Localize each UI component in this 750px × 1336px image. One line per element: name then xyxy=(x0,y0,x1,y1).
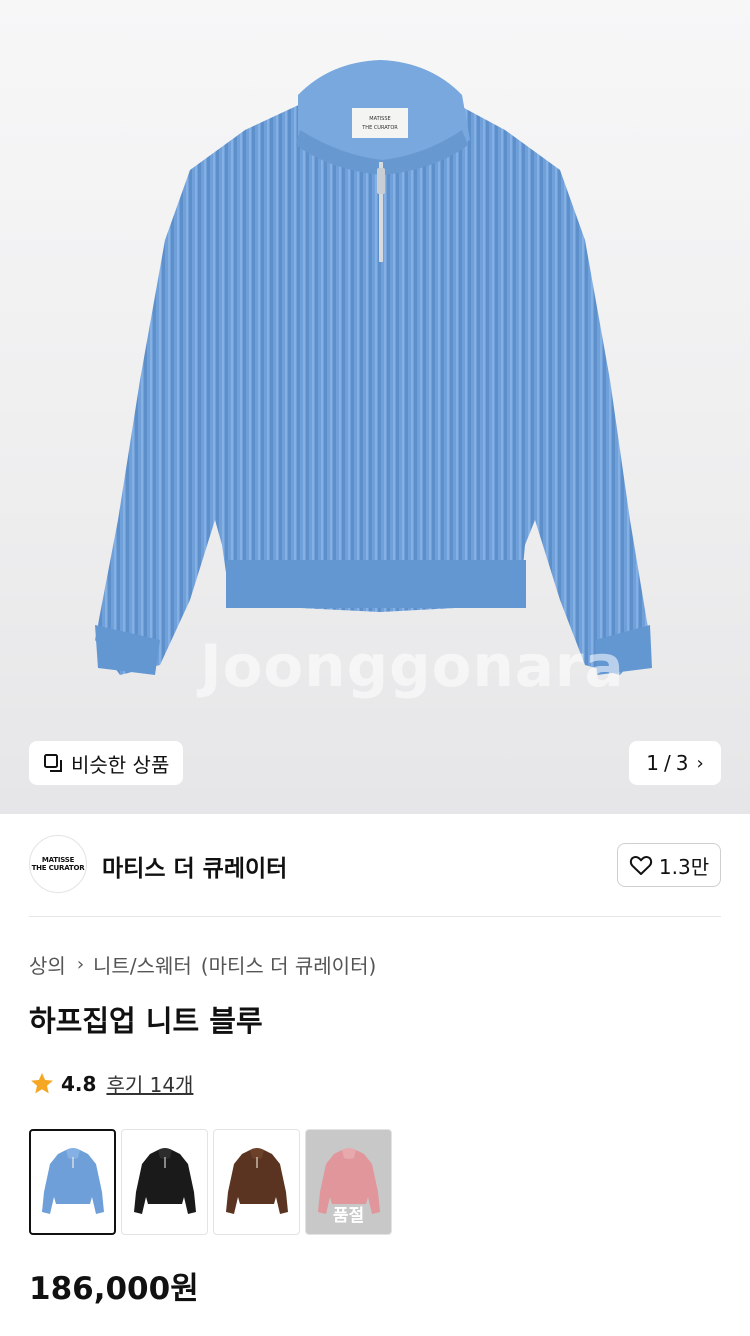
sweater-thumbnail-brown xyxy=(225,1148,288,1214)
product-price: 186,000원 xyxy=(29,1271,199,1307)
pager-total: 3 xyxy=(675,751,689,775)
soldout-badge: 품절 xyxy=(332,1206,365,1226)
color-option-pink[interactable]: 품절 xyxy=(305,1129,392,1235)
product-title: 하프집업 니트 블루 xyxy=(29,1004,263,1038)
svg-text:THE CURATOR: THE CURATOR xyxy=(361,125,398,131)
reviews-link[interactable]: 후기 14개 xyxy=(106,1069,193,1098)
sweater-thumbnail-black xyxy=(133,1148,196,1214)
color-option-black[interactable] xyxy=(121,1129,208,1235)
chevron-right-icon: › xyxy=(696,752,704,774)
brand-logo[interactable]: MATISSE THE CURATOR xyxy=(29,835,87,893)
rating-score: 4.8 xyxy=(61,1071,97,1096)
rating-row: 4.8 후기 14개 xyxy=(29,1069,193,1098)
watermark-text: Joonggonara xyxy=(200,632,625,700)
like-count: 1.3만 xyxy=(658,854,710,879)
brand-logo-line1: MATISSE xyxy=(41,856,75,864)
color-option-blue[interactable] xyxy=(29,1129,116,1235)
image-pager[interactable]: 1 / 3 › xyxy=(629,741,721,785)
seller-name[interactable]: 마티스 더 큐레이터 xyxy=(102,849,287,883)
seller-row: MATISSE THE CURATOR 마티스 더 큐레이터 1.3만 xyxy=(0,814,750,917)
similar-products-label: 비슷한 상품 xyxy=(71,752,170,777)
breadcrumb: 상의 › 니트/스웨터 (마티스 더 큐레이터) xyxy=(29,950,376,979)
like-button[interactable]: 1.3만 xyxy=(617,843,721,887)
color-option-brown[interactable] xyxy=(213,1129,300,1235)
brand-logo-line2: THE CURATOR xyxy=(31,864,85,872)
sweater-thumbnail-blue xyxy=(41,1148,104,1214)
breadcrumb-item-top[interactable]: 상의 xyxy=(29,950,66,979)
color-options: 품절 xyxy=(29,1129,392,1235)
similar-items-icon xyxy=(44,754,62,772)
similar-products-button[interactable]: 비슷한 상품 xyxy=(29,741,184,785)
pager-current: 1 xyxy=(646,751,660,775)
heart-icon xyxy=(629,856,653,875)
star-icon xyxy=(31,1072,53,1093)
svg-text:MATISSE: MATISSE xyxy=(369,116,390,122)
divider xyxy=(29,916,721,917)
breadcrumb-item-knit[interactable]: 니트/스웨터 xyxy=(93,950,192,979)
breadcrumb-brand: (마티스 더 큐레이터) xyxy=(200,954,377,978)
product-image-carousel[interactable]: MATISSE THE CURATOR Joonggonara 비슷한 상품 1… xyxy=(0,0,750,814)
pager-separator: / xyxy=(664,751,671,775)
chevron-right-icon: › xyxy=(76,954,85,975)
